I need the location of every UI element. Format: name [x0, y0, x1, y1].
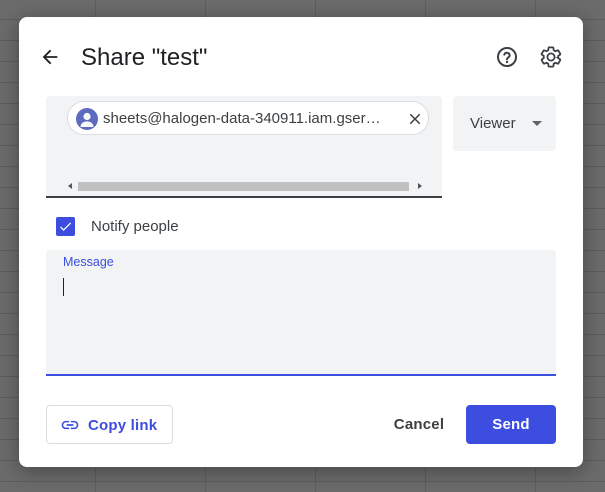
caret-down-icon [532, 121, 542, 126]
checkmark-icon [60, 221, 72, 231]
share-dialog: Share "test" sheets@halogen-data-340911.… [19, 17, 583, 467]
copy-link-label: Copy link [88, 417, 158, 434]
send-button[interactable]: Send [466, 405, 556, 444]
text-caret [63, 278, 64, 296]
copy-link-button[interactable]: Copy link [46, 405, 173, 444]
recipients-field[interactable]: sheets@halogen-data-340911.iam.gser… [46, 96, 442, 198]
horizontal-scrollbar[interactable] [66, 180, 424, 192]
help-circle-icon [497, 47, 517, 67]
message-label: Message [63, 255, 114, 269]
recipient-email: sheets@halogen-data-340911.iam.gser… [103, 110, 381, 127]
role-dropdown[interactable]: Viewer [453, 96, 556, 151]
dialog-title: Share "test" [81, 44, 208, 71]
person-avatar-icon [76, 108, 98, 130]
message-field[interactable]: Message [46, 250, 556, 376]
gear-icon [540, 46, 562, 68]
message-input[interactable] [62, 276, 542, 296]
notify-checkbox[interactable] [56, 216, 75, 236]
scroll-left-icon[interactable] [68, 183, 72, 189]
arrow-back-icon [42, 49, 58, 65]
scroll-right-icon[interactable] [418, 183, 422, 189]
recipient-chip[interactable]: sheets@halogen-data-340911.iam.gser… [67, 101, 429, 135]
help-button[interactable] [495, 45, 519, 69]
cancel-button[interactable]: Cancel [381, 405, 457, 444]
role-selected-label: Viewer [470, 115, 516, 132]
back-button[interactable] [36, 43, 64, 71]
link-icon [61, 420, 79, 430]
close-icon[interactable] [406, 110, 424, 128]
notify-label: Notify people [91, 217, 179, 235]
scrollbar-thumb[interactable] [78, 182, 409, 191]
settings-button[interactable] [539, 45, 563, 69]
notify-row: Notify people [56, 215, 179, 237]
